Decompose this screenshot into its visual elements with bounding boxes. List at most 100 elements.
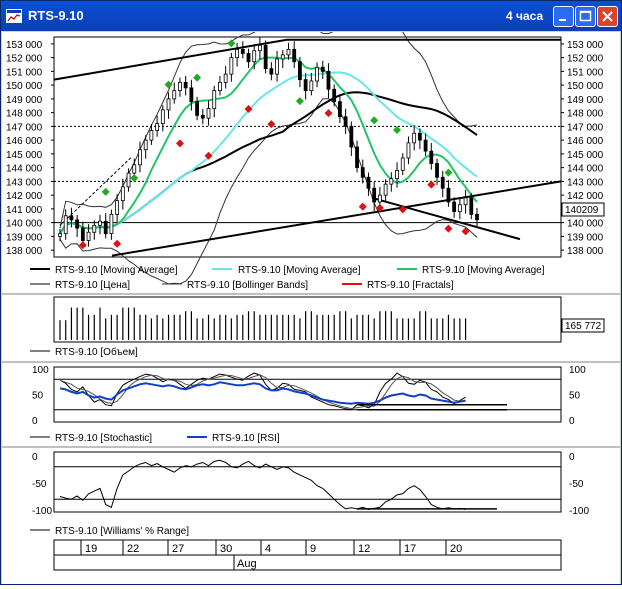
candle-body [160, 109, 165, 125]
candle-body [80, 227, 85, 241]
candle-body [195, 101, 199, 116]
time-axis-month: Aug [237, 558, 257, 570]
legend-fractals: RTS-9.10 [Fractals] [367, 280, 454, 291]
legend-ma-2: RTS-9.10 [Moving Average] [238, 265, 361, 276]
volume-panel-frame [53, 296, 562, 343]
price-tick-label-left: 142 000 [6, 191, 43, 202]
candle-body [349, 125, 354, 148]
price-tick-label-right: 147 000 [567, 122, 604, 133]
legend-volume: RTS-9.10 [Объем] [55, 346, 138, 358]
maximize-icon [579, 10, 592, 22]
legend-price: RTS-9.10 [Цена] [55, 280, 130, 291]
candle-body [275, 58, 279, 75]
time-day-label: 22 [127, 543, 139, 555]
time-axis: 19 22 27 30 4 9 12 17 20 Aug [53, 539, 562, 571]
price-tick-label-left: 148 000 [6, 109, 43, 120]
candle-body [258, 44, 262, 52]
minimize-button[interactable] [553, 6, 574, 27]
candle-body [86, 231, 91, 241]
price-tick-label-left: 149 000 [6, 95, 43, 106]
osc-tick-label-left: 0 [32, 416, 38, 427]
time-day-label: 17 [404, 543, 416, 555]
price-tick-label-left: 141 000 [6, 205, 43, 216]
williams-tick-label-left: -100 [32, 506, 52, 517]
legend-rsi: RTS-9.10 [RSI] [212, 433, 280, 444]
price-tick-label-right: 146 000 [567, 136, 604, 147]
candle-body [143, 139, 148, 151]
candle-body [315, 66, 319, 82]
candle-body [469, 197, 474, 215]
price-tick-label-right: 150 000 [567, 81, 604, 92]
candle-body [457, 204, 462, 213]
candle-body [463, 197, 468, 206]
williams-tick-label-right: -50 [569, 479, 584, 490]
price-tick-label-left: 153 000 [6, 40, 43, 51]
price-axis-right: 153 000 152 000 151 000 150 000 149 000 148 0… [561, 40, 604, 257]
candle-body [286, 48, 291, 56]
candle-body [235, 48, 239, 59]
candle-body [395, 169, 399, 180]
legend-bollinger: RTS-9.10 [Bollinger Bands] [187, 280, 308, 291]
candle-body [98, 220, 102, 226]
price-tick-label-left: 143 000 [6, 177, 43, 188]
price-tick-label-left: 147 000 [6, 122, 43, 133]
price-tick-label-right: 140 000 [567, 219, 604, 230]
time-day-label: 9 [310, 543, 316, 555]
candle-body [149, 130, 154, 141]
chart-canvas[interactable]: 153 000 152 000 151 000 150 000 149 000 148 0… [2, 3, 620, 584]
candle-body [92, 224, 97, 233]
osc-tick-label-right: 0 [569, 416, 575, 427]
price-tick-label-right: 145 000 [567, 150, 604, 161]
candle-body [212, 90, 217, 109]
candle-body [423, 139, 428, 152]
price-tick-label-left: 144 000 [6, 164, 43, 175]
candle-body [120, 186, 125, 202]
timeframe-label: 4 часа [506, 9, 544, 23]
window-title: RTS-9.10 [28, 8, 84, 23]
price-tick-label-right: 138 000 [567, 246, 604, 257]
price-tick-label-right: 139 000 [567, 232, 604, 243]
osc-tick-label-left: 100 [32, 365, 49, 376]
osc-tick-label-right: 100 [569, 365, 586, 376]
williams-tick-label-left: 0 [32, 452, 38, 463]
maximize-button[interactable] [575, 6, 596, 27]
candle-body [475, 213, 479, 221]
candle-body [400, 157, 405, 171]
candle-body [292, 48, 297, 63]
price-tick-label-left: 145 000 [6, 150, 43, 161]
price-tick-label-right: 148 000 [567, 109, 604, 120]
candle-body [63, 215, 68, 235]
minimize-icon [559, 19, 566, 21]
williams-panel-frame [53, 451, 562, 513]
candle-body [343, 116, 348, 127]
price-tick-label-right: 151 000 [567, 67, 604, 78]
candle-body [372, 187, 377, 203]
time-day-label: 19 [85, 543, 97, 555]
time-day-label: 30 [220, 543, 232, 555]
price-tick-label-left: 152 000 [6, 54, 43, 65]
candle-body [360, 167, 365, 178]
candle-body [338, 101, 342, 118]
price-tick-label-right: 149 000 [567, 95, 604, 106]
candle-body [326, 70, 331, 90]
chart-area[interactable]: 153 000 152 000 151 000 150 000 149 000 148 0… [2, 3, 620, 584]
candle-body [309, 80, 314, 92]
candle-body [126, 172, 131, 188]
candle-body [229, 57, 234, 75]
candle-body [280, 54, 285, 60]
candle-body [115, 200, 120, 215]
williams-tick-label-right: 0 [569, 452, 575, 463]
volume-value-tag: 165 772 [561, 318, 605, 333]
close-button[interactable] [597, 6, 618, 27]
candle-body [109, 213, 114, 235]
title-bar[interactable]: RTS-9.10 4 часа [1, 1, 621, 31]
volume-legend: RTS-9.10 [Объем] [30, 346, 138, 358]
volume-current-value: 165 772 [565, 321, 602, 332]
price-tick-label-right: 152 000 [567, 54, 604, 65]
candle-body [263, 44, 268, 70]
candle-body [355, 146, 359, 169]
osc-tick-label-left: 50 [32, 391, 44, 402]
price-tick-label-right: 143 000 [567, 177, 604, 188]
time-day-label: 12 [358, 543, 370, 555]
candle-body [200, 114, 205, 119]
